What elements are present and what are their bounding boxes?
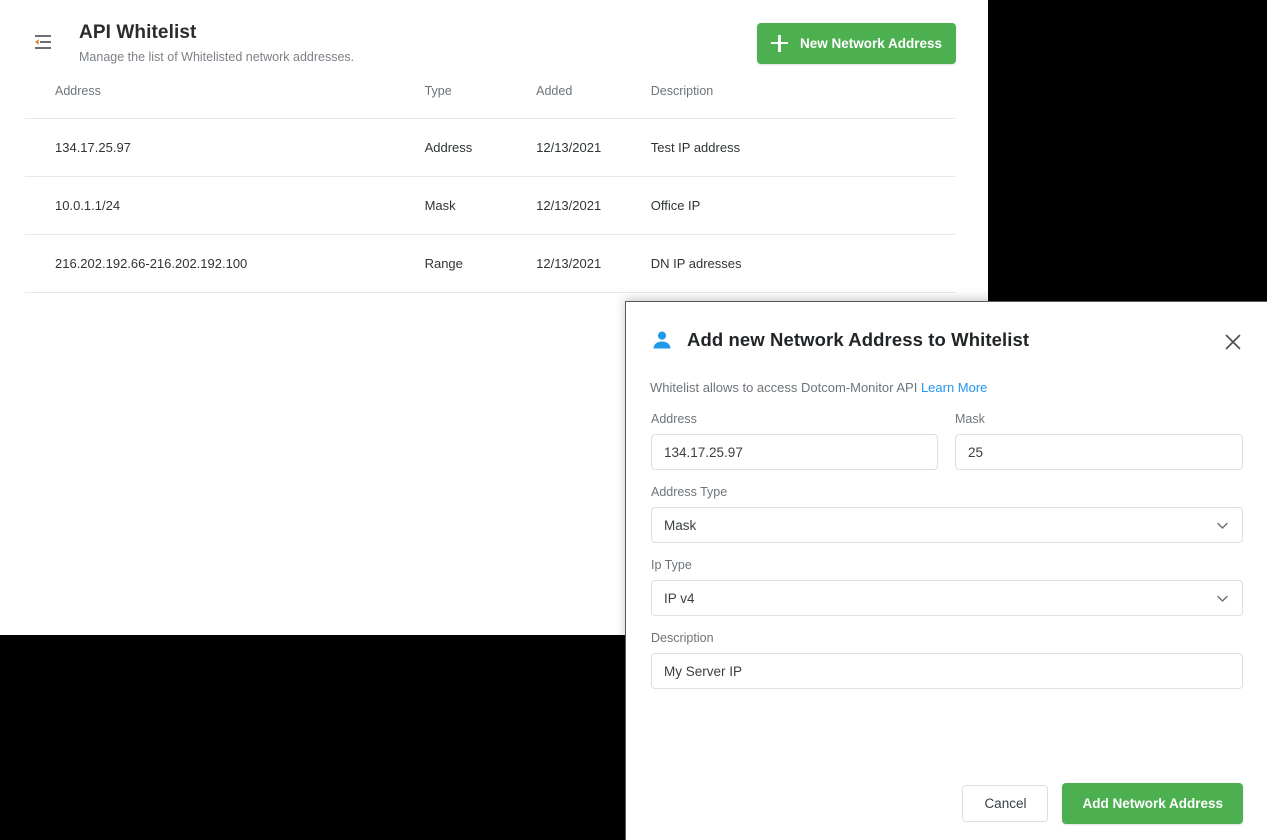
cell-address: 134.17.25.97 [25,118,425,177]
cell-added: 12/13/2021 [536,176,651,235]
cell-added: 12/13/2021 [536,118,651,177]
ip-type-field-group: Ip Type [626,558,1267,616]
dialog-footer: Cancel Add Network Address [626,766,1267,840]
table-header-row: Address Type Added Description [25,80,955,119]
column-header-address[interactable]: Address [25,80,425,119]
new-network-address-label: New Network Address [799,36,943,51]
cell-address: 10.0.1.1/24 [25,176,425,235]
address-type-field-group: Address Type [626,485,1267,543]
address-input[interactable] [651,434,938,470]
table-body: 134.17.25.97 Address 12/13/2021 Test IP … [25,118,955,293]
mask-label: Mask [955,412,985,426]
address-mask-row: Address Mask [626,412,1267,470]
dialog-title: Add new Network Address to Whitelist [687,329,1030,350]
dialog-header: Add new Network Address to Whitelist Whi… [626,302,1267,395]
dialog-note-text: Whitelist allows to access Dotcom-Monito… [650,380,918,395]
dialog-note: Whitelist allows to access Dotcom-Monito… [650,380,987,395]
column-header-type[interactable]: Type [424,80,537,119]
page-header: API Whitelist Manage the list of Whiteli… [0,0,988,80]
description-field-group: Description [626,631,1267,689]
ip-type-label: Ip Type [651,558,692,572]
description-input[interactable] [651,653,1243,689]
add-network-address-dialog: Add new Network Address to Whitelist Whi… [625,301,1267,840]
address-type-select[interactable] [651,507,1243,543]
cell-description: Office IP [650,176,955,235]
table-row[interactable]: 10.0.1.1/24 Mask 12/13/2021 Office IP [25,176,955,235]
screen-root: API Whitelist Manage the list of Whiteli… [0,0,1267,840]
plus-icon [770,35,788,52]
learn-more-link[interactable]: Learn More [921,380,987,395]
column-header-added[interactable]: Added [536,80,651,119]
mask-input[interactable] [955,434,1243,470]
cell-description: Test IP address [650,118,955,177]
user-icon [651,329,673,351]
address-type-label: Address Type [651,485,728,499]
table-head: Address Type Added Description [25,80,955,119]
cell-type: Address [424,118,537,177]
address-label: Address [651,412,697,426]
cell-added: 12/13/2021 [536,234,651,293]
address-field-group: Address [651,412,938,470]
cell-type: Mask [424,176,537,235]
address-type-select-wrap [651,507,1243,543]
ip-type-select-wrap [651,580,1243,616]
page-title: API Whitelist [79,22,197,43]
dialog-body: Address Mask Address Type [626,412,1267,704]
close-icon[interactable] [1221,330,1245,354]
mask-field-group: Mask [955,412,1243,470]
description-label: Description [651,631,714,645]
column-header-description[interactable]: Description [650,80,955,119]
page-subtitle: Manage the list of Whitelisted network a… [79,50,355,64]
cancel-button[interactable]: Cancel [962,784,1049,822]
table-row[interactable]: 134.17.25.97 Address 12/13/2021 Test IP … [25,118,955,177]
collapse-menu-icon[interactable] [33,34,53,50]
ip-type-select[interactable] [651,580,1243,616]
whitelist-table: Address Type Added Description 134.17.25… [25,80,955,293]
add-network-address-submit-button[interactable]: Add Network Address [1062,782,1243,824]
cell-description: DN IP adresses [650,234,955,293]
table-row[interactable]: 216.202.192.66-216.202.192.100 Range 12/… [25,234,955,293]
cell-address: 216.202.192.66-216.202.192.100 [25,234,425,293]
cell-type: Range [424,234,537,293]
new-network-address-button[interactable]: New Network Address [757,23,956,64]
